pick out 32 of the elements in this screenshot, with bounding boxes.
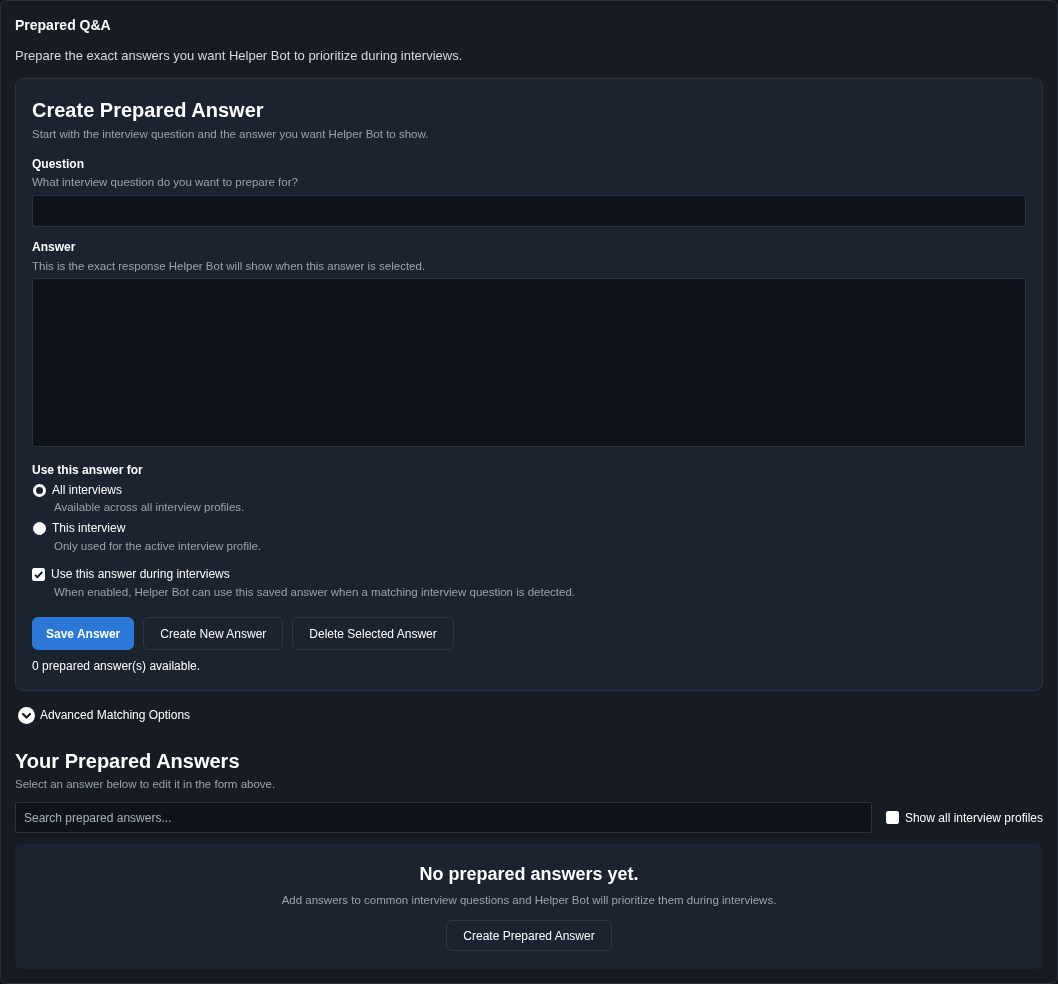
section-subtitle: Select an answer below to edit it in the form above. (15, 777, 277, 792)
form-subtitle: Start with the interview question and the answer you want Helper Bot to show. (32, 127, 430, 142)
field-hint: This is the exact response Helper Bot will show when this answer is selected. (32, 259, 427, 274)
page-subtitle: Prepare the exact answers you want Helper Bot to prioritize during interviews. (15, 47, 464, 65)
scope-label: Use this answer for (32, 462, 144, 478)
radio-icon[interactable] (33, 521, 46, 535)
section-title: Your Prepared Answers (15, 749, 241, 774)
field-label: Question (32, 156, 85, 172)
field-label: Answer (32, 239, 77, 255)
checkbox-label[interactable]: Show all interview profiles (904, 810, 1043, 825)
radio-selected-icon[interactable] (33, 483, 46, 497)
option-description: Available across all interview profiles. (53, 500, 246, 515)
answer-count: 0 prepared answer(s) available. (32, 658, 202, 674)
advanced-toggle[interactable]: Advanced Matching Options (18, 707, 191, 724)
checkbox-icon[interactable] (885, 811, 899, 824)
primary-button[interactable]: Save Answer (32, 617, 135, 650)
form-title: Create Prepared Answer (32, 98, 265, 123)
secondary-button[interactable]: Create New Answer (143, 617, 284, 650)
radio-label[interactable]: All interviews (52, 482, 123, 498)
checkbox-description: When enabled, Helper Bot can use this saved answer when a matching interview question is detected. (53, 585, 576, 600)
create-button[interactable]: Create Prepared Answer (446, 920, 612, 951)
checkbox-label[interactable]: Use this answer during interviews (51, 566, 230, 582)
search-field[interactable]: Search prepared answers... (15, 802, 872, 833)
question-input[interactable] (32, 195, 1026, 227)
field-hint: What interview question do you want to prepare for? (32, 175, 299, 190)
checkbox-checked-icon[interactable] (32, 567, 45, 581)
secondary-button[interactable]: Delete Selected Answer (292, 617, 454, 650)
empty-title: No prepared answers yet. (419, 863, 639, 886)
option-description: Only used for the active interview profile. (53, 539, 263, 554)
radio-label[interactable]: This interview (52, 520, 126, 536)
page-title: Prepared Q&A (15, 16, 112, 35)
empty-message: Add answers to common interview questions and Helper Bot will prioritize them during interviews. (281, 893, 777, 908)
